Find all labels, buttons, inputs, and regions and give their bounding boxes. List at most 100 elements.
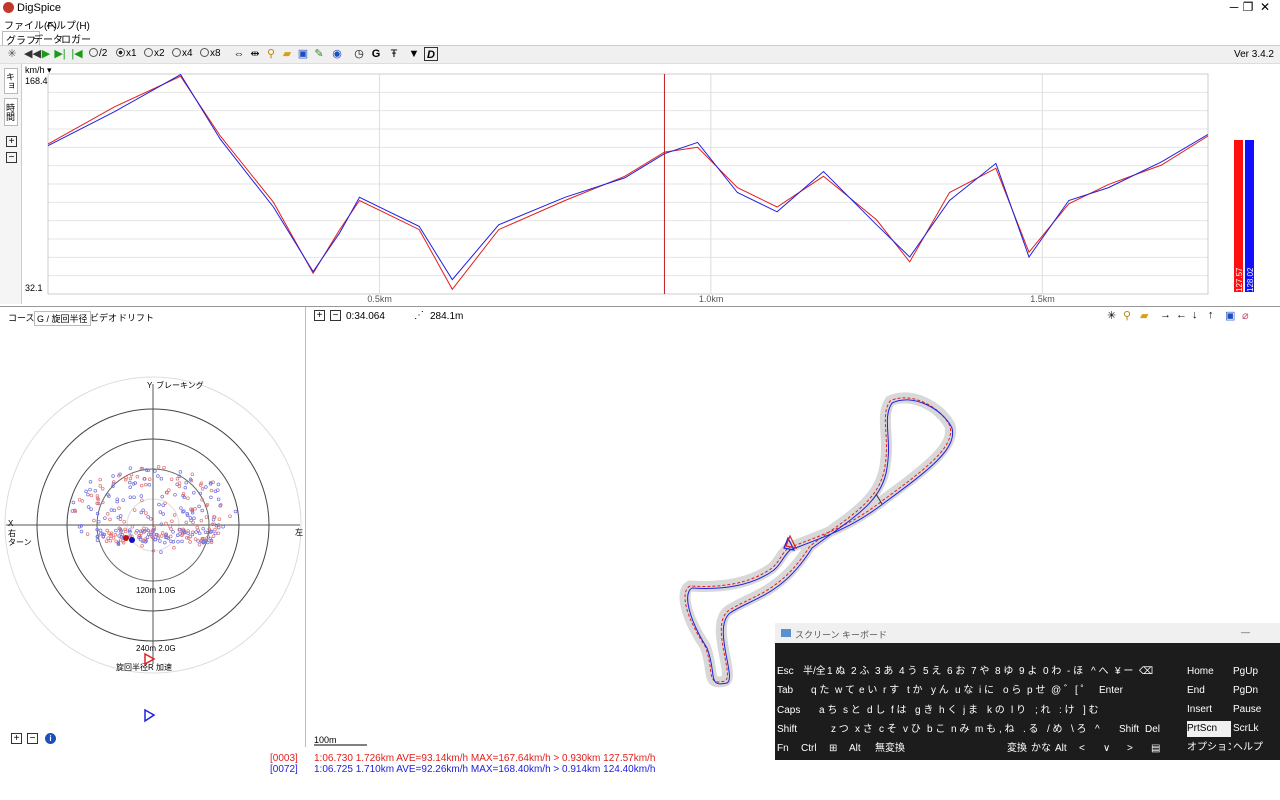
key[interactable]: z つ <box>831 722 853 738</box>
key[interactable]: ; れ <box>1035 703 1057 719</box>
key[interactable]: r す <box>883 683 905 699</box>
map-arrow-down-icon[interactable]: ↓ <box>1192 309 1198 321</box>
key[interactable]: 3 あ <box>875 664 897 680</box>
map-folder-icon[interactable]: ▰ <box>1140 309 1148 322</box>
expand-horizontal-icon[interactable]: ⇔ <box>232 47 246 61</box>
key[interactable]: Shift <box>1119 722 1143 738</box>
key[interactable]: / め <box>1047 722 1069 738</box>
map-arrow-right-icon[interactable]: → <box>1160 309 1171 321</box>
key[interactable]: 1 ぬ <box>827 664 849 680</box>
key[interactable]: - ほ <box>1067 664 1089 680</box>
nav-key[interactable]: End <box>1187 683 1231 699</box>
key[interactable]: ¥ ー <box>1115 664 1137 680</box>
key[interactable]: 4 う <box>899 664 921 680</box>
key[interactable]: ⌫ <box>1139 664 1169 680</box>
key[interactable]: ^ へ <box>1091 664 1113 680</box>
key[interactable]: Ctrl <box>801 741 827 757</box>
key[interactable]: 5 え <box>923 664 945 680</box>
collapse-minus-icon[interactable]: − <box>6 152 17 163</box>
close-button[interactable]: ✕ <box>1250 0 1280 14</box>
map-save-icon[interactable]: ▣ <box>1225 309 1235 322</box>
nav-key[interactable]: Home <box>1187 664 1231 680</box>
speed-x4-radio[interactable]: x4 <box>172 48 193 59</box>
side-tab-time[interactable]: 時間 <box>4 98 18 126</box>
graph-unit-label[interactable]: km/h ▾ <box>25 65 52 75</box>
g-expand-icon[interactable]: + <box>11 733 22 744</box>
key[interactable]: > <box>1127 741 1149 757</box>
key[interactable]: j ま <box>963 703 985 719</box>
key[interactable]: < <box>1079 741 1101 757</box>
drift-icon[interactable]: D <box>424 47 438 61</box>
key[interactable]: l り <box>1011 703 1033 719</box>
key[interactable]: o ら <box>1003 683 1025 699</box>
key[interactable]: 9 よ <box>1019 664 1041 680</box>
key[interactable]: b こ <box>927 722 949 738</box>
side-tab-distance[interactable]: キョリ <box>0 68 18 94</box>
g-collapse-icon[interactable]: − <box>27 733 38 744</box>
key[interactable]: c そ <box>879 722 901 738</box>
key[interactable]: ⊞ <box>829 741 847 757</box>
key[interactable]: g き <box>915 703 937 719</box>
key[interactable]: Alt <box>1055 741 1077 757</box>
speed-x2-radio[interactable]: x2 <box>144 48 165 59</box>
rewind-fast-icon[interactable]: ◀◀ <box>24 47 41 61</box>
key[interactable]: @ ゛ <box>1051 683 1073 699</box>
map-collapse-icon[interactable]: − <box>330 310 341 321</box>
key[interactable]: v ひ <box>903 722 925 738</box>
key[interactable]: Del <box>1145 722 1167 738</box>
play-icon[interactable]: ▶ <box>39 47 53 61</box>
nav-key[interactable]: PgDn <box>1233 683 1277 699</box>
nav-key[interactable]: ScrLk <box>1233 721 1277 737</box>
map-arrow-up-icon[interactable]: ↑ <box>1208 309 1214 321</box>
key[interactable]: x さ <box>855 722 877 738</box>
key[interactable]: かな <box>1031 741 1053 757</box>
step-forward-icon[interactable]: ▶| <box>53 47 67 61</box>
key[interactable]: m も <box>975 722 997 738</box>
reset-icon[interactable]: ✳ <box>5 47 19 61</box>
key[interactable]: k の <box>987 703 1009 719</box>
tab-logger[interactable]: ロガー <box>58 31 94 46</box>
key[interactable]: 0 わ <box>1043 664 1065 680</box>
key[interactable]: t か <box>907 683 929 699</box>
key[interactable]: i に <box>979 683 1001 699</box>
text-cursor-icon[interactable]: Ŧ <box>387 47 401 61</box>
shrink-horizontal-icon[interactable]: ⇹ <box>248 47 262 61</box>
key[interactable]: s と <box>843 703 865 719</box>
expand-plus-icon[interactable]: + <box>6 136 17 147</box>
key[interactable]: [ ゜ <box>1075 683 1097 699</box>
key[interactable]: Enter <box>1099 683 1154 699</box>
key[interactable]: \ ろ <box>1071 722 1093 738</box>
key[interactable]: 7 や <box>971 664 993 680</box>
step-back-icon[interactable]: |◀ <box>70 47 84 61</box>
globe-icon[interactable]: ◉ <box>330 47 344 61</box>
speed-half-radio[interactable]: /2 <box>89 48 107 59</box>
zoom-icon[interactable]: ⚲ <box>264 47 278 61</box>
key[interactable]: ▤ <box>1151 741 1173 757</box>
key[interactable]: ^ <box>1095 722 1117 738</box>
map-zoom-icon[interactable]: ⚲ <box>1123 309 1131 322</box>
lap1-id[interactable]: [0003] <box>270 753 298 764</box>
nav-key[interactable]: ヘルプ <box>1233 740 1277 756</box>
key[interactable]: Caps <box>777 703 817 719</box>
lap2-id[interactable]: [0072] <box>270 764 298 775</box>
key[interactable]: 2 ふ <box>851 664 873 680</box>
key[interactable]: a ち <box>819 703 841 719</box>
speed-x1-radio[interactable]: x1 <box>116 48 137 59</box>
info-icon[interactable]: i <box>45 733 56 744</box>
key[interactable]: Esc <box>777 664 801 680</box>
map-sparkle-icon[interactable]: ✳ <box>1107 309 1116 322</box>
nav-key[interactable]: PrtScn <box>1187 721 1231 737</box>
key[interactable]: ∨ <box>1103 741 1125 757</box>
key[interactable]: q た <box>811 683 833 699</box>
nav-key[interactable]: Insert <box>1187 702 1231 718</box>
key[interactable]: h く <box>939 703 961 719</box>
key[interactable]: ] む <box>1083 703 1105 719</box>
key[interactable]: 6 お <box>947 664 969 680</box>
key[interactable]: Alt <box>849 741 873 757</box>
g-force-icon[interactable]: G <box>369 47 383 61</box>
key[interactable]: . る <box>1023 722 1045 738</box>
key[interactable]: 半/全 <box>803 664 825 680</box>
map-expand-icon[interactable]: + <box>314 310 325 321</box>
key[interactable]: Fn <box>777 741 799 757</box>
key[interactable]: e い <box>859 683 881 699</box>
